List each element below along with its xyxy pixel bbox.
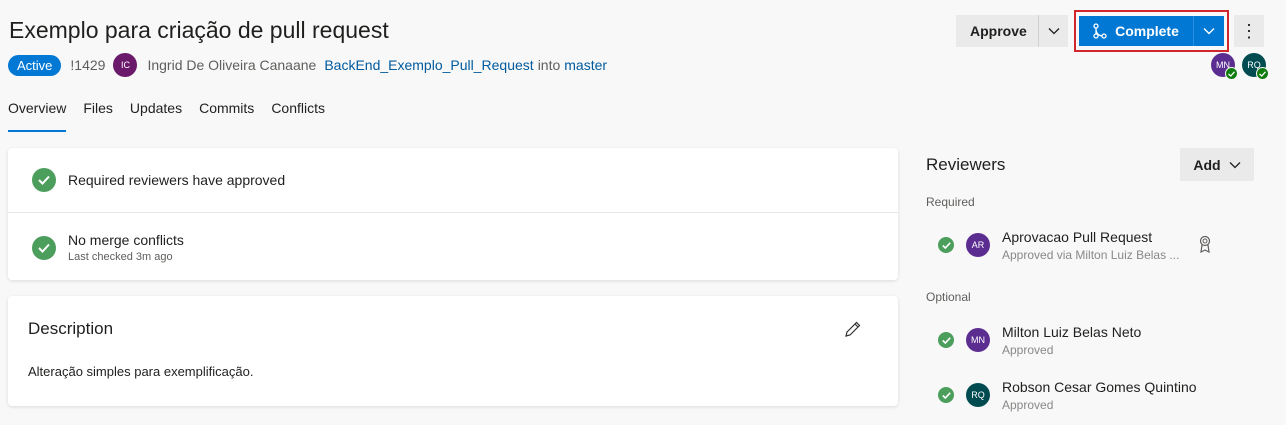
reviewer-avatar: MN [966,328,990,352]
pr-meta: Active !1429 IC Ingrid De Oliveira Canaa… [8,53,607,77]
reviewer-name: Aprovacao Pull Request [1002,229,1153,245]
reviewer-info: Robson Cesar Gomes Quintino Approved [1002,379,1197,412]
chevron-down-icon [1229,161,1241,168]
merge-icon [1093,23,1107,39]
tab-overview[interactable]: Overview [8,100,67,132]
chevron-down-icon [1203,28,1215,35]
required-badge-icon [1199,235,1211,258]
description-title: Description [28,319,114,338]
status-divider [8,212,898,213]
status-row: No merge conflicts Last checked 3m ago [32,232,184,263]
reviewer-info: Aprovacao Pull Request Approved via Milt… [1002,229,1179,262]
status-badge: Active [8,54,62,76]
reviewer-vote: Approved [1002,343,1054,357]
approved-check-icon [1256,67,1269,80]
reviewer-vote: Approved via Milton Luiz Belas ... [1002,248,1180,262]
status-row: Required reviewers have approved [32,168,285,192]
add-reviewer-label: Add [1193,156,1221,173]
status-text: Required reviewers have approved [68,172,286,188]
add-reviewer-button[interactable]: Add [1180,148,1254,181]
author-name: Ingrid De Oliveira Canaane [147,57,317,73]
optional-section-label: Optional [926,290,971,304]
reviewer-item[interactable]: MN Milton Luiz Belas Neto Approved [938,324,1141,357]
status-text-group: No merge conflicts Last checked 3m ago [56,232,184,263]
approve-dropdown-button[interactable] [1038,15,1068,47]
approved-check-icon [1225,67,1238,80]
pr-id: !1429 [70,57,106,73]
more-actions-button[interactable]: ⋮ [1234,15,1264,47]
reviewer-vote: Approved [1002,398,1054,412]
reviewer-item[interactable]: AR Aprovacao Pull Request Approved via M… [938,229,1211,262]
reviewer-name: Milton Luiz Belas Neto [1002,324,1142,340]
tab-files[interactable]: Files [83,100,113,132]
tab-conflicts[interactable]: Conflicts [271,100,325,132]
pr-tabs: Overview Files Updates Commits Conflicts [8,100,342,132]
description-text: Alteração simples para exemplificação. [28,364,254,379]
author-avatar[interactable]: IC [113,53,138,77]
reviewer-name: Robson Cesar Gomes Quintino [1002,379,1197,395]
complete-button-group: Complete [1079,16,1224,46]
into-text: into [537,57,561,73]
chevron-down-icon [1048,28,1059,35]
reviewer-item[interactable]: RQ Robson Cesar Gomes Quintino Approved [938,379,1197,412]
target-branch-link[interactable]: master [564,57,607,73]
status-text: No merge conflicts [68,232,184,248]
header-reviewer-avatar[interactable]: RQ [1242,53,1269,80]
tab-updates[interactable]: Updates [130,100,182,132]
approved-check-icon [938,237,954,253]
status-card: Required reviewers have approved No merg… [8,148,898,280]
reviewer-avatar: RQ [966,383,990,407]
tab-commits[interactable]: Commits [199,100,254,132]
check-circle-icon [32,235,56,260]
description-card: Description Alteração simples para exemp… [8,296,898,406]
source-branch-link[interactable]: BackEnd_Exemplo_Pull_Request [324,57,533,73]
pencil-icon[interactable] [844,320,862,343]
check-circle-icon [32,168,56,192]
reviewer-avatar: AR [966,233,990,257]
approve-button[interactable]: Approve [956,15,1038,47]
required-section-label: Required [926,195,975,209]
header-reviewer-avatar[interactable]: MN [1211,53,1238,80]
approved-check-icon [938,387,954,403]
approved-check-icon [938,332,954,348]
complete-button[interactable]: Complete [1079,16,1193,46]
reviewer-info: Milton Luiz Belas Neto Approved [1002,324,1141,357]
complete-highlight-frame: Complete [1074,10,1229,52]
approve-button-group: Approve [956,15,1068,47]
pr-title: Exemplo para criação de pull request [9,17,389,43]
complete-button-label: Complete [1115,23,1179,39]
reviewers-title: Reviewers [926,155,1006,174]
complete-dropdown-button[interactable] [1193,16,1224,46]
status-subtext: Last checked 3m ago [68,251,173,263]
